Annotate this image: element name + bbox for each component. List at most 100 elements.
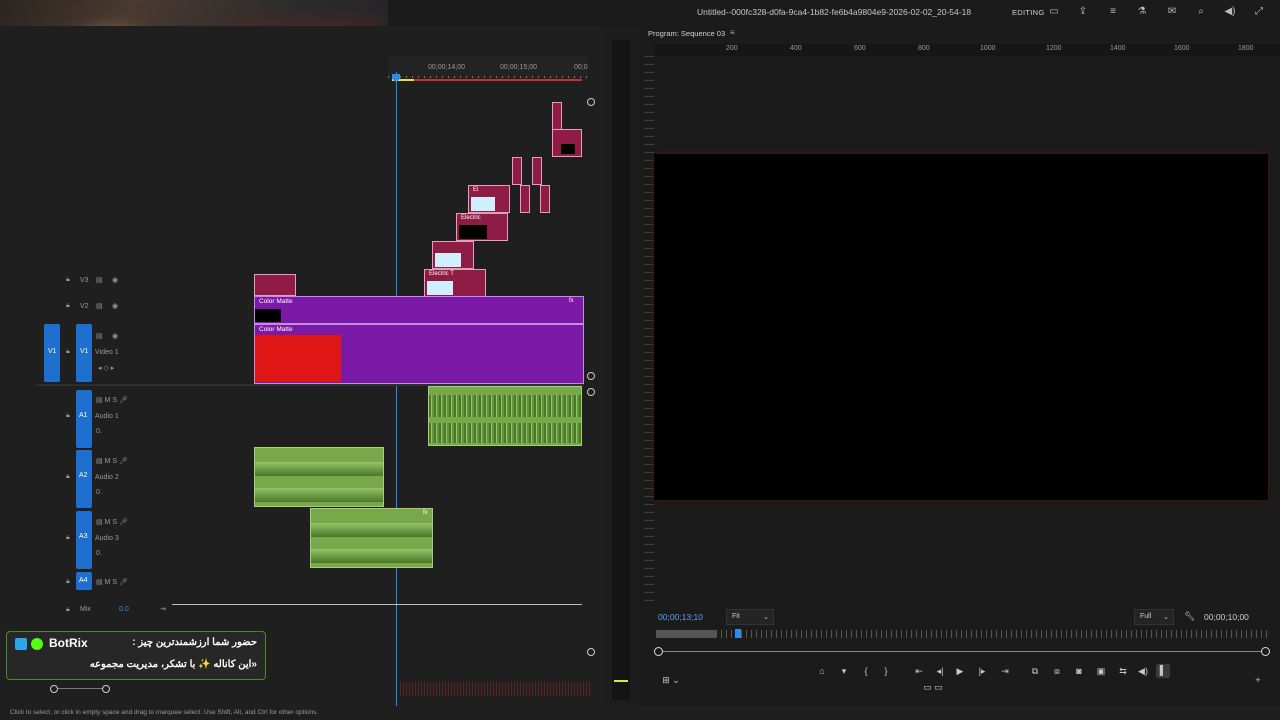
scroll-handle[interactable] <box>587 98 595 106</box>
sync-icon[interactable]: ▤ <box>96 302 103 310</box>
scroll-handle[interactable] <box>587 388 595 396</box>
lock-icon[interactable]: 🔒︎ <box>66 412 70 420</box>
feedback-icon[interactable]: ✉ <box>1166 6 1178 18</box>
quality-dropdown[interactable]: Full ⌄ <box>1134 609 1174 625</box>
sync-icon[interactable]: ▤ <box>96 332 103 340</box>
color-matte-clip-v2[interactable]: Color Matte fx <box>254 296 584 324</box>
export-icon[interactable]: ⇪ <box>1077 6 1089 18</box>
panel-icon[interactable]: ▭ <box>1048 6 1060 18</box>
export-frame-icon[interactable]: ◙ <box>1072 665 1086 677</box>
menu-icon[interactable]: ≡ <box>1107 6 1119 18</box>
workspace-editing-tab[interactable]: EDITING <box>1012 8 1045 17</box>
lock-icon[interactable]: 🔒︎ <box>66 578 70 586</box>
mix-value[interactable]: 0.0 <box>119 606 129 613</box>
eye-icon[interactable]: ◉ <box>112 332 118 340</box>
horizontal-scrollbar[interactable] <box>50 688 110 689</box>
mark-in-icon[interactable]: { <box>860 665 872 677</box>
mini-playhead[interactable] <box>735 629 741 638</box>
settings-wrench-icon[interactable]: 🔧︎ <box>1184 610 1195 622</box>
insert-icon[interactable]: ⧉ <box>1028 665 1042 677</box>
proxy-icon[interactable]: ⇆ <box>1116 665 1130 677</box>
step-back-icon[interactable]: ◂| <box>934 665 946 677</box>
status-bar: Click to select, or click in empty space… <box>0 706 1280 720</box>
time-ruler[interactable]: 00;00;14;00 00;00;15;00 00;0( <box>388 56 588 82</box>
video-clip-electric[interactable]: Electric <box>456 213 508 241</box>
track-header-v3: 🔒︎ V3 ▤ ◉ <box>36 272 172 296</box>
fx-badge: fx <box>423 510 428 516</box>
current-timecode[interactable]: 00;00;13;10 <box>658 612 703 622</box>
fullscreen-icon[interactable]: ⤢ <box>1253 6 1265 18</box>
go-to-out-icon[interactable]: ⇥ <box>998 665 1012 677</box>
video-clip[interactable] <box>540 185 550 213</box>
mute-solo-icons[interactable]: ▤ M S 🎤︎ <box>96 578 128 586</box>
navigator-handle-left[interactable] <box>654 647 663 656</box>
video-preview[interactable] <box>654 154 1268 500</box>
step-forward-icon[interactable]: |▸ <box>976 665 988 677</box>
zoom-handle-left[interactable] <box>50 685 58 693</box>
button-editor-icon[interactable]: ▌ <box>1156 664 1170 678</box>
video-clip-electric[interactable]: El <box>468 185 510 213</box>
timeline-panel[interactable]: 00;00;14;00 00;00;15;00 00;0( El Electri… <box>0 26 604 706</box>
add-button-icon[interactable]: + <box>1252 674 1264 686</box>
lock-icon[interactable]: 🔒︎ <box>66 473 70 481</box>
mute-solo-icons[interactable]: ▤ M S 🎤︎ <box>96 457 128 465</box>
search-icon[interactable]: ⌕ <box>1195 6 1207 18</box>
playhead-line <box>396 72 397 706</box>
video-clip[interactable] <box>552 102 562 130</box>
audio-clip-a1[interactable] <box>428 386 582 446</box>
view-settings-icon[interactable]: ⊞ ⌄ <box>656 674 686 686</box>
lock-icon[interactable]: 🔒︎ <box>66 534 70 542</box>
sync-icon[interactable]: ▤ <box>96 276 103 284</box>
mute-solo-icons[interactable]: ▤ M S 🎤︎ <box>96 518 128 526</box>
mini-time-ruler[interactable] <box>656 630 1268 638</box>
clip-thumbnail-red <box>255 335 341 382</box>
compare-icon[interactable]: ▣ <box>1094 665 1108 677</box>
navigator-bar[interactable] <box>658 651 1266 652</box>
track-target-a3[interactable]: A3 <box>76 511 92 569</box>
marker-icon[interactable]: ▾ <box>838 665 850 677</box>
keyframe-prev-icon[interactable]: ◂ ◇ ▸ <box>98 364 114 372</box>
ruler-tick: 1200 <box>1046 45 1062 52</box>
play-icon[interactable]: ▶ <box>954 665 966 677</box>
video-clip[interactable] <box>552 129 582 157</box>
navigator-handle-right[interactable] <box>1261 647 1270 656</box>
color-matte-clip-v1[interactable]: Color Matte <box>254 324 584 384</box>
track-target-a1[interactable]: A1 <box>76 390 92 448</box>
scroll-handle[interactable] <box>587 372 595 380</box>
program-monitor[interactable]: Program: Sequence 03 ≡ 200 400 600 800 1… <box>640 26 1280 706</box>
video-clip[interactable] <box>512 157 522 185</box>
audio-clip-a3[interactable]: fx <box>310 508 433 568</box>
lock-icon[interactable]: 🔒︎ <box>66 276 70 284</box>
mute-solo-icons[interactable]: ▤ M S 🎤︎ <box>96 396 128 404</box>
video-clip-electric[interactable]: Electric T <box>424 269 486 297</box>
safe-margins-icon[interactable]: ▭ ▭ <box>918 681 948 693</box>
go-to-in-icon[interactable]: ⇤ <box>912 665 926 677</box>
volume-icon[interactable]: ◀) <box>1224 6 1236 18</box>
beta-flask-icon[interactable]: ⚗ <box>1136 6 1148 18</box>
fit-dropdown[interactable]: Fit ⌄ <box>726 609 774 625</box>
video-clip[interactable] <box>520 185 530 213</box>
lock-icon[interactable]: 🔒︎ <box>66 606 70 614</box>
waveform-l <box>311 523 432 537</box>
mark-out-icon[interactable]: } <box>880 665 892 677</box>
video-clip[interactable] <box>432 241 474 269</box>
add-marker-icon[interactable]: ⌂ <box>816 665 828 677</box>
source-patch-v1[interactable]: V1 <box>44 324 60 382</box>
zoom-handle-right[interactable] <box>102 685 110 693</box>
lock-icon[interactable]: 🔒︎ <box>66 302 70 310</box>
eye-icon[interactable]: ◉ <box>112 276 118 284</box>
scroll-handle[interactable] <box>587 648 595 656</box>
mix-end-icon[interactable]: ⇥ <box>160 605 166 613</box>
eye-icon[interactable]: ◉ <box>112 302 118 310</box>
panel-menu-icon[interactable]: ≡ <box>730 28 735 37</box>
video-clip[interactable] <box>532 157 542 185</box>
track-target-a2[interactable]: A2 <box>76 450 92 508</box>
track-target-v1[interactable]: V1 <box>76 324 92 382</box>
video-clip[interactable] <box>254 274 296 296</box>
ruler-tick: 200 <box>726 45 738 52</box>
lock-icon[interactable]: 🔒︎ <box>66 348 70 356</box>
audio-clip-a2[interactable] <box>254 447 384 507</box>
track-target-a4[interactable]: A4 <box>76 572 92 590</box>
volume-icon[interactable]: ◀) <box>1136 665 1150 677</box>
overwrite-icon[interactable]: ⧈ <box>1050 665 1064 677</box>
